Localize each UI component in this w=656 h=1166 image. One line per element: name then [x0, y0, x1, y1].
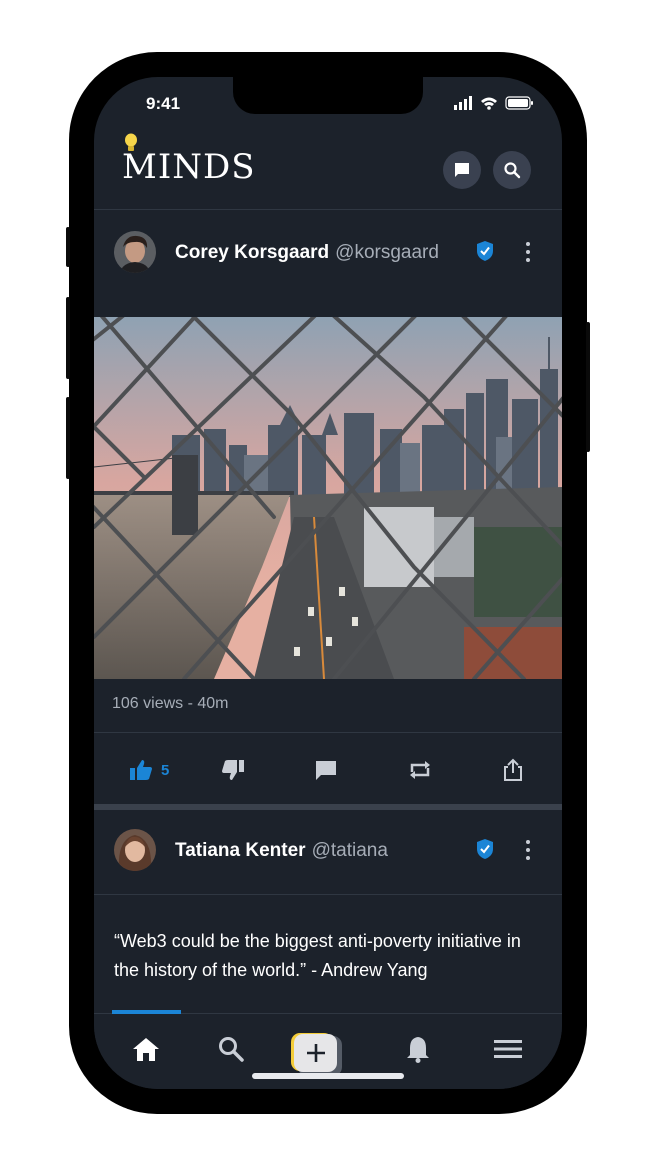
comment-icon — [316, 761, 336, 780]
top-bar: MINDS — [94, 129, 562, 210]
downvote-button[interactable] — [221, 758, 245, 782]
minds-logo[interactable]: MINDS — [122, 147, 256, 187]
bell-icon — [407, 1037, 429, 1063]
remind-button[interactable] — [407, 758, 433, 782]
post-author[interactable]: Tatiana Kenter @tatiana — [175, 840, 388, 862]
thumbs-up-icon — [130, 760, 152, 780]
home-indicator — [252, 1073, 404, 1079]
status-time: 9:41 — [146, 94, 181, 113]
chat-icon — [455, 163, 469, 177]
post-header: Corey Korsgaard @korsgaard — [94, 210, 562, 294]
screen: 9:41 MINDS Corey Korsgaard @korsgaard 10… — [94, 77, 562, 1089]
phone-frame: 9:41 MINDS Corey Korsgaard @korsgaard 10… — [66, 52, 590, 1114]
power-button — [586, 322, 590, 452]
more-icon — [526, 242, 530, 246]
nav-search[interactable] — [216, 1034, 246, 1064]
comment-button[interactable] — [314, 758, 338, 782]
nav-notifications[interactable] — [403, 1034, 433, 1064]
author-name: Corey Korsgaard — [175, 242, 330, 263]
upvote-button[interactable]: 5 — [129, 758, 169, 782]
post-image[interactable] — [94, 317, 562, 679]
verified-icon — [477, 241, 493, 261]
post-meta: 106 views - 40m — [112, 695, 229, 712]
remind-icon — [410, 761, 430, 779]
nav-menu[interactable] — [493, 1034, 523, 1064]
more-menu-button[interactable] — [518, 838, 538, 862]
divider — [94, 894, 562, 895]
search-button[interactable] — [493, 151, 531, 189]
more-icon — [526, 840, 530, 844]
active-tab-indicator — [112, 1010, 181, 1014]
author-handle: @tatiana — [311, 840, 388, 861]
author-handle: @korsgaard — [335, 242, 439, 263]
city-through-fence-image — [94, 317, 562, 679]
more-menu-button[interactable] — [518, 240, 538, 264]
search-icon — [504, 162, 521, 179]
thumbs-down-icon — [222, 760, 244, 780]
chat-button[interactable] — [443, 151, 481, 189]
search-icon — [219, 1037, 244, 1062]
signal-wifi-battery-icon — [454, 96, 533, 110]
notch — [233, 77, 423, 114]
avatar-image — [114, 231, 156, 273]
plus-icon — [306, 1044, 325, 1062]
upvote-count: 5 — [161, 761, 170, 779]
author-name: Tatiana Kenter — [175, 840, 306, 861]
post-author[interactable]: Corey Korsgaard @korsgaard — [175, 242, 439, 264]
avatar[interactable] — [114, 829, 156, 871]
post-text: “Web3 could be the biggest anti-poverty … — [114, 931, 521, 980]
nav-home[interactable] — [131, 1034, 161, 1064]
compose-button[interactable] — [294, 1034, 337, 1072]
share-button[interactable] — [502, 758, 524, 782]
avatar[interactable] — [114, 231, 156, 273]
status-icons — [454, 96, 536, 110]
volume-down-button — [66, 397, 70, 479]
post-header: Tatiana Kenter @tatiana — [94, 810, 562, 894]
verified-icon — [477, 839, 493, 859]
post-actions: 5 — [94, 732, 562, 808]
avatar-image — [114, 829, 156, 871]
mute-switch — [66, 227, 70, 267]
home-icon — [133, 1038, 159, 1061]
share-icon — [504, 758, 522, 781]
menu-icon — [494, 1040, 522, 1058]
volume-up-button — [66, 297, 70, 379]
